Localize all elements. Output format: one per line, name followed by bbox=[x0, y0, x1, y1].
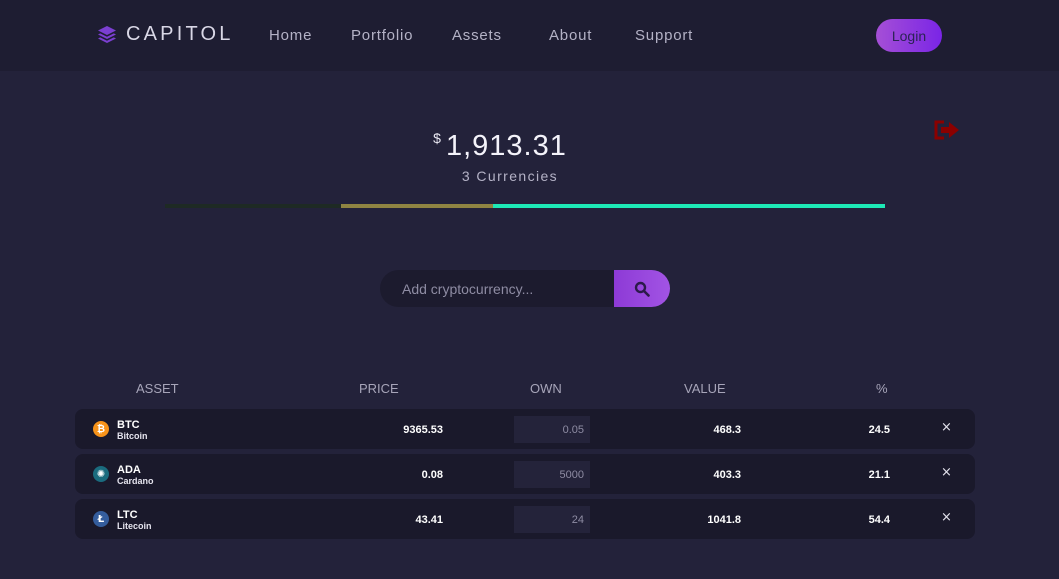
nav-home[interactable]: Home bbox=[269, 27, 312, 44]
allocation-segment-ada bbox=[341, 204, 494, 208]
bitcoin-icon: ₿ bbox=[93, 421, 109, 437]
allocation-segment-btc bbox=[165, 204, 342, 208]
search-bar bbox=[380, 270, 670, 307]
search-input[interactable] bbox=[380, 270, 614, 307]
header-own: OWN bbox=[530, 381, 562, 396]
nav-portfolio[interactable]: Portfolio bbox=[351, 27, 413, 44]
asset-symbol: LTC bbox=[117, 509, 138, 521]
brand-name: CAPITOL bbox=[126, 23, 234, 45]
remove-icon[interactable]: × bbox=[941, 466, 952, 480]
top-navbar: CAPITOL Home Portfolio Assets About Supp… bbox=[0, 0, 1059, 71]
asset-price: 9365.53 bbox=[403, 424, 443, 436]
header-value: VALUE bbox=[684, 381, 726, 396]
login-button[interactable]: Login bbox=[876, 19, 942, 52]
allocation-bar bbox=[165, 204, 885, 208]
asset-percent: 54.4 bbox=[868, 514, 890, 526]
search-button[interactable] bbox=[614, 270, 670, 307]
cardano-icon: ✺ bbox=[93, 466, 109, 482]
asset-name: Cardano bbox=[117, 476, 154, 486]
asset-value: 468.3 bbox=[713, 424, 741, 436]
asset-name: Bitcoin bbox=[117, 431, 148, 441]
table-row: Ł LTC Litecoin 43.41 1041.8 54.4 × bbox=[75, 499, 975, 539]
asset-value: 1041.8 bbox=[707, 514, 741, 526]
layers-icon bbox=[98, 25, 116, 43]
search-icon bbox=[634, 281, 650, 297]
asset-price: 0.08 bbox=[421, 469, 443, 481]
brand-logo[interactable]: CAPITOL bbox=[97, 23, 234, 46]
table-row: ✺ ADA Cardano 0.08 403.3 21.1 × bbox=[75, 454, 975, 494]
asset-symbol: ADA bbox=[117, 464, 141, 476]
remove-icon[interactable]: × bbox=[941, 511, 952, 525]
asset-percent: 21.1 bbox=[868, 469, 890, 481]
header-asset: ASSET bbox=[136, 381, 179, 396]
own-input[interactable] bbox=[514, 506, 590, 533]
asset-percent: 24.5 bbox=[868, 424, 890, 436]
header-percent: % bbox=[876, 381, 888, 396]
nav-support[interactable]: Support bbox=[635, 27, 693, 44]
nav-assets[interactable]: Assets bbox=[452, 27, 502, 44]
remove-icon[interactable]: × bbox=[941, 421, 952, 435]
asset-value: 403.3 bbox=[713, 469, 741, 481]
own-input[interactable] bbox=[514, 461, 590, 488]
total-amount: 1,913.31 bbox=[445, 130, 567, 162]
asset-price: 43.41 bbox=[415, 514, 443, 526]
litecoin-icon: Ł bbox=[93, 511, 109, 527]
currency-count: 3 Currencies bbox=[461, 168, 559, 184]
portfolio-total: $1,913.31 bbox=[0, 130, 1000, 163]
own-input[interactable] bbox=[514, 416, 590, 443]
table-row: ₿ BTC Bitcoin 9365.53 468.3 24.5 × bbox=[75, 409, 975, 449]
asset-symbol: BTC bbox=[117, 419, 140, 431]
header-price: PRICE bbox=[359, 381, 399, 396]
allocation-segment-ltc bbox=[493, 204, 885, 208]
asset-name: Litecoin bbox=[117, 521, 152, 531]
nav-about[interactable]: About bbox=[549, 27, 592, 44]
currency-symbol: $ bbox=[433, 130, 441, 146]
